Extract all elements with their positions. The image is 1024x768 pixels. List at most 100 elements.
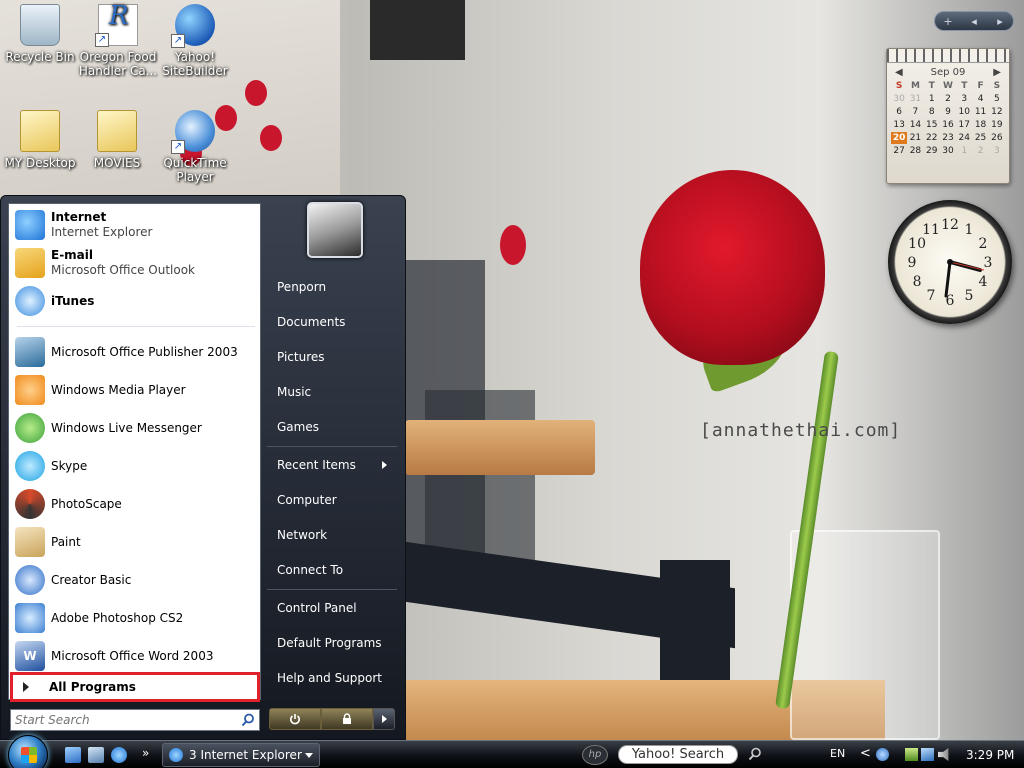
calendar-day[interactable]: 25 [972,132,988,144]
quick-launch-overflow[interactable]: » [142,746,149,760]
calendar-day[interactable]: 17 [956,119,972,131]
program-publisher[interactable]: Microsoft Office Publisher 2003 [15,335,255,369]
calendar-day[interactable]: 22 [924,132,940,144]
tray-expand-button[interactable]: < [860,746,871,761]
quicktime-icon: ↗ [171,110,215,154]
calendar-day[interactable]: 1 [956,145,972,157]
program-skype[interactable]: Skype [15,449,255,483]
menu-item-documents[interactable]: Documents [277,315,397,329]
shortcut-arrow-icon: ↗ [95,33,109,47]
menu-item-computer[interactable]: Computer [277,493,397,507]
program-photoscape[interactable]: PhotoScape [15,487,255,521]
calendar-day[interactable]: 15 [924,119,940,131]
clock-time[interactable]: 3:29 PM [966,748,1014,762]
calendar-day[interactable]: 24 [956,132,972,144]
show-desktop-icon[interactable] [65,747,81,763]
search-icon[interactable] [748,747,762,761]
menu-item-control-panel[interactable]: Control Panel [277,601,397,615]
clock-gadget[interactable]: 12 1234567891011 [888,200,1012,324]
program-word[interactable]: W Microsoft Office Word 2003 [15,639,255,673]
desktop-icon-yahoo-sitebuilder[interactable]: ↗ Yahoo! SiteBuilder [155,4,235,78]
program-photoshop[interactable]: Adobe Photoshop CS2 [15,601,255,635]
volume-icon[interactable] [938,748,949,761]
calendar-day[interactable]: 2 [972,145,988,157]
calendar-day[interactable]: 14 [907,119,923,131]
start-button[interactable] [8,735,48,768]
menu-item-network[interactable]: Network [277,528,397,542]
desktop-icon-oregon-food-handler[interactable]: ↗ Oregon Food Handler Ca... [78,4,158,78]
calendar-day[interactable]: 6 [891,106,907,118]
desktop-icon-movies[interactable]: MOVIES [77,110,157,170]
calendar-day[interactable]: 30 [891,93,907,105]
calendar-day[interactable]: 12 [989,106,1005,118]
calendar-day[interactable]: 30 [940,145,956,157]
menu-item-user-folder[interactable]: Penporn [277,280,397,294]
desktop-icon-quicktime-player[interactable]: ↗ QuickTime Player [155,110,235,184]
start-search-input[interactable] [15,713,241,727]
calendar-day[interactable]: 8 [924,106,940,118]
calendar-day[interactable]: 3 [989,145,1005,157]
menu-item-connect-to[interactable]: Connect To [277,563,397,577]
search-icon[interactable] [241,713,255,727]
sleep-button[interactable] [269,708,321,730]
lock-button[interactable] [321,708,373,730]
program-name: iTunes [51,293,95,308]
people-icon[interactable] [876,748,889,761]
calendar-day[interactable]: 10 [956,106,972,118]
calendar-day[interactable]: 5 [989,93,1005,105]
battery-icon[interactable] [905,748,918,761]
calendar-day[interactable]: 4 [972,93,988,105]
calendar-day[interactable]: 23 [940,132,956,144]
calendar-day[interactable]: 11 [972,106,988,118]
menu-item-music[interactable]: Music [277,385,397,399]
calendar-next-month-button[interactable]: ▶ [993,67,1001,78]
calendar-day-today[interactable]: 20 [891,132,908,144]
calendar-day[interactable]: 26 [989,132,1005,144]
calendar-day[interactable]: 18 [972,119,988,131]
language-indicator[interactable]: EN [830,747,845,760]
calendar-day[interactable]: 19 [989,119,1005,131]
yahoo-search-box[interactable]: Yahoo! Search [618,745,738,764]
calendar-day[interactable]: 3 [956,93,972,105]
calendar-day[interactable]: 1 [924,93,940,105]
calendar-day[interactable]: 28 [907,145,923,157]
calendar-day[interactable]: 27 [891,145,907,157]
program-creator-basic[interactable]: Creator Basic [15,563,255,597]
start-search-box[interactable] [10,709,260,731]
menu-item-help-support[interactable]: Help and Support [277,671,397,685]
switch-windows-icon[interactable] [88,747,104,763]
calendar-day[interactable]: 2 [940,93,956,105]
calendar-day[interactable]: 9 [940,106,956,118]
calendar-day[interactable]: 7 [907,106,923,118]
gadget-prev-button[interactable]: ◂ [961,15,987,28]
calendar-day[interactable]: 16 [940,119,956,131]
add-gadget-button[interactable]: + [935,15,961,28]
desktop-icon-recycle-bin[interactable]: Recycle Bin [0,4,80,64]
taskbar-group-internet-explorer[interactable]: 3 Internet Explorer [162,743,320,767]
calendar-weekday-header: T [961,81,968,91]
gadget-next-button[interactable]: ▸ [987,15,1013,28]
program-itunes[interactable]: iTunes [15,284,255,318]
calendar-day[interactable]: 31 [907,93,923,105]
calendar-prev-month-button[interactable]: ◀ [895,67,903,78]
calendar-gadget[interactable]: ◀ Sep 09 ▶ S M T W T F S 30 31 1 2 3 4 5 6 7 8 9 10 11 12 13 1… [886,48,1010,184]
shutdown-options-button[interactable] [373,708,395,730]
taskbar: » 3 Internet Explorer hp Yahoo! Search E… [0,735,1024,768]
menu-item-default-programs[interactable]: Default Programs [277,636,397,650]
calendar-day[interactable]: 13 [891,119,907,131]
program-live-messenger[interactable]: Windows Live Messenger [15,411,255,445]
calendar-day[interactable]: 21 [907,132,923,144]
program-media-player[interactable]: Windows Media Player [15,373,255,407]
program-email[interactable]: E-mail Microsoft Office Outlook [15,246,255,280]
menu-item-recent-items[interactable]: Recent Items [277,458,397,472]
network-icon[interactable] [921,748,934,761]
desktop-icon-my-desktop[interactable]: MY Desktop [0,110,80,170]
calendar-day[interactable]: 29 [924,145,940,157]
menu-item-games[interactable]: Games [277,420,397,434]
program-internet[interactable]: Internet Internet Explorer [15,208,255,242]
program-paint[interactable]: Paint [15,525,255,559]
menu-item-pictures[interactable]: Pictures [277,350,397,364]
internet-explorer-icon[interactable] [111,747,127,763]
user-avatar[interactable] [307,202,363,258]
all-programs-button[interactable]: All Programs [10,672,260,702]
